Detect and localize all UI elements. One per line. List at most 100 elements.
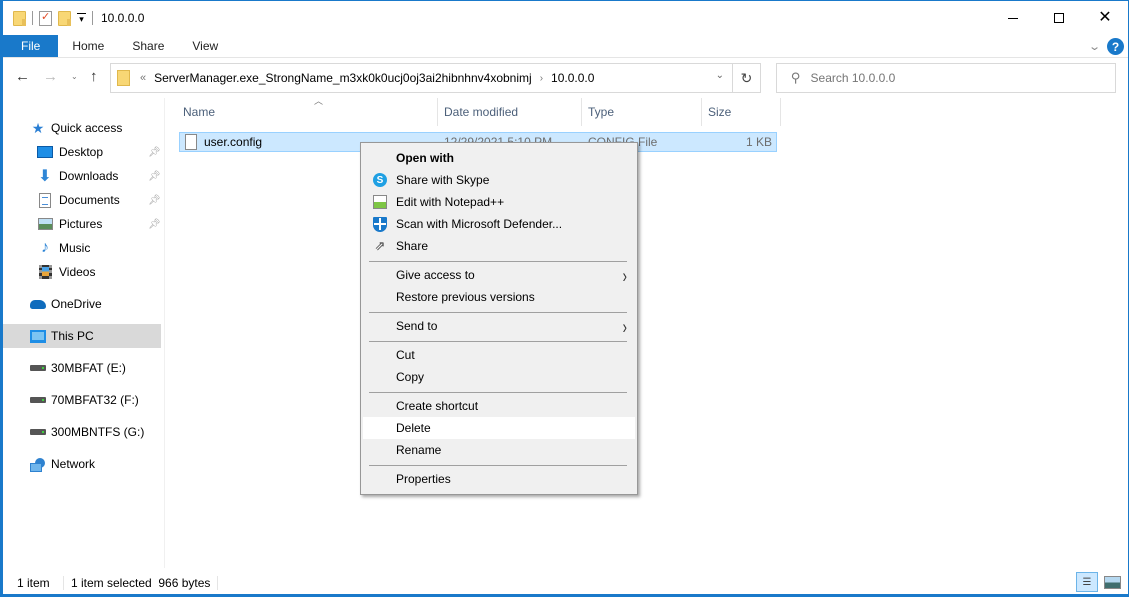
- music-icon: ♪: [41, 239, 49, 256]
- pin-icon[interactable]: 📌︎: [148, 219, 161, 230]
- sidebar-item-label: OneDrive: [51, 297, 102, 311]
- pane-divider[interactable]: [164, 98, 165, 568]
- drive-icon: [30, 397, 46, 403]
- onedrive-icon: [30, 299, 46, 309]
- sidebar-item-drive-e[interactable]: 30MBFAT (E:): [3, 356, 161, 380]
- sidebar-item-videos[interactable]: Videos: [3, 260, 161, 284]
- menu-item-open-with[interactable]: Open with: [363, 147, 635, 169]
- address-dropdown-icon[interactable]: ⌄: [716, 70, 724, 81]
- search-input[interactable]: [810, 71, 1091, 85]
- view-buttons: ☰: [1076, 572, 1122, 592]
- sidebar-item-network[interactable]: Network: [3, 452, 161, 476]
- large-icons-view-icon: [1103, 575, 1121, 589]
- menu-separator: [369, 341, 627, 342]
- breadcrumb-overflow[interactable]: «: [140, 72, 146, 84]
- column-header-type[interactable]: Type: [582, 98, 702, 126]
- menu-item-properties[interactable]: Properties: [363, 468, 635, 490]
- menu-item-restore-previous-versions[interactable]: Restore previous versions: [363, 286, 635, 308]
- large-icons-view-button[interactable]: [1102, 572, 1122, 592]
- divider: [217, 576, 218, 590]
- sidebar-item-label: Quick access: [51, 121, 123, 135]
- pin-icon[interactable]: 📌︎: [148, 195, 161, 206]
- sidebar-item-quick-access[interactable]: ★ Quick access: [3, 116, 161, 140]
- menu-item-scan-with-defender[interactable]: Scan with Microsoft Defender...: [363, 213, 635, 235]
- divider: [32, 11, 33, 25]
- pin-icon[interactable]: 📌︎: [148, 171, 161, 182]
- star-icon: ★: [31, 119, 45, 136]
- sidebar-item-documents[interactable]: Documents 📌︎: [3, 188, 161, 212]
- sidebar-item-downloads[interactable]: ⬇ Downloads 📌︎: [3, 164, 161, 188]
- maximize-button[interactable]: [1036, 1, 1082, 35]
- window-controls: ✕: [990, 1, 1128, 35]
- column-header-date-modified[interactable]: Date modified: [438, 98, 582, 126]
- refresh-button[interactable]: ↻: [732, 64, 760, 92]
- menu-item-give-access-to[interactable]: Give access to ›: [363, 264, 635, 287]
- tab-view[interactable]: View: [178, 35, 232, 57]
- column-label: Type: [588, 105, 615, 119]
- menu-item-label: Open with: [396, 151, 454, 165]
- menu-separator: [369, 261, 627, 262]
- search-box[interactable]: ⚲: [776, 63, 1116, 93]
- pin-icon[interactable]: 📌︎: [148, 147, 161, 158]
- network-icon: [30, 457, 46, 472]
- customize-toolbar-icon[interactable]: ▾: [77, 13, 86, 24]
- divider: [92, 11, 93, 25]
- menu-item-copy[interactable]: Copy: [363, 366, 635, 388]
- tab-home[interactable]: Home: [58, 35, 118, 57]
- share-icon: ⇗: [374, 238, 386, 253]
- close-button[interactable]: ✕: [1082, 1, 1128, 35]
- details-view-icon: ☰: [1082, 576, 1092, 588]
- new-folder-icon[interactable]: [58, 10, 71, 26]
- sidebar-item-onedrive[interactable]: OneDrive: [3, 292, 161, 316]
- sidebar-item-drive-f[interactable]: 70MBFAT32 (F:): [3, 388, 161, 412]
- menu-separator: [369, 392, 627, 393]
- menu-item-delete[interactable]: Delete: [363, 417, 635, 439]
- expand-ribbon-icon[interactable]: ⌄: [1088, 40, 1101, 53]
- close-icon: ✕: [1098, 9, 1112, 26]
- up-button[interactable]: ↑: [90, 68, 98, 85]
- menu-item-cut[interactable]: Cut: [363, 344, 635, 366]
- menu-item-share[interactable]: ⇗ Share: [363, 235, 635, 257]
- back-button[interactable]: ←: [15, 68, 30, 85]
- details-view-button[interactable]: ☰: [1076, 572, 1098, 592]
- column-header-name[interactable]: Name ︿: [177, 96, 438, 126]
- desktop-icon: [37, 146, 53, 158]
- sidebar-item-label: 300MBNTFS (G:): [51, 425, 145, 439]
- title-bar: ▾ 10.0.0.0 ✕: [3, 1, 1128, 35]
- minimize-button[interactable]: [990, 1, 1036, 35]
- sidebar-item-label: Desktop: [59, 145, 104, 159]
- sidebar-item-this-pc[interactable]: This PC: [3, 324, 161, 348]
- menu-item-edit-with-notepad[interactable]: Edit with Notepad++: [363, 191, 635, 213]
- menu-item-label: Create shortcut: [396, 399, 479, 413]
- address-bar[interactable]: « ServerManager.exe_StrongName_m3xk0k0uc…: [110, 63, 761, 93]
- sidebar-item-label: 70MBFAT32 (F:): [51, 393, 139, 407]
- file-size: 1 KB: [745, 135, 772, 149]
- menu-item-create-shortcut[interactable]: Create shortcut: [363, 395, 635, 417]
- breadcrumb-segment[interactable]: ServerManager.exe_StrongName_m3xk0k0ucj0…: [154, 71, 532, 85]
- defender-icon: [373, 216, 387, 232]
- menu-item-label: Cut: [396, 348, 415, 362]
- menu-separator: [369, 312, 627, 313]
- file-list: Name ︿ Date modified Type Size user.conf…: [166, 96, 1128, 564]
- menu-item-rename[interactable]: Rename: [363, 439, 635, 461]
- menu-item-label: Delete: [396, 421, 431, 435]
- sidebar-item-music[interactable]: ♪ Music: [3, 236, 161, 260]
- item-count: 1 item: [17, 576, 50, 590]
- column-header-size[interactable]: Size: [702, 98, 781, 126]
- sidebar-item-pictures[interactable]: Pictures 📌︎: [3, 212, 161, 236]
- recent-locations-button[interactable]: ⌄: [71, 72, 78, 81]
- properties-icon[interactable]: [39, 10, 52, 26]
- quick-access-toolbar: ▾: [13, 10, 93, 26]
- forward-button[interactable]: →: [43, 68, 58, 85]
- menu-item-share-with-skype[interactable]: S Share with Skype: [363, 169, 635, 191]
- menu-item-send-to[interactable]: Send to ›: [363, 315, 635, 338]
- sidebar-item-drive-g[interactable]: 300MBNTFS (G:): [3, 420, 161, 444]
- ribbon-tabs: File Home Share View ⌄ ?: [3, 35, 1128, 58]
- sidebar-item-desktop[interactable]: Desktop 📌︎: [3, 140, 161, 164]
- sidebar-item-label: Documents: [59, 193, 120, 207]
- breadcrumb-separator[interactable]: ›: [540, 73, 543, 84]
- help-icon[interactable]: ?: [1107, 38, 1124, 55]
- tab-share[interactable]: Share: [118, 35, 178, 57]
- tab-file[interactable]: File: [3, 35, 59, 57]
- breadcrumb-segment[interactable]: 10.0.0.0: [551, 71, 594, 85]
